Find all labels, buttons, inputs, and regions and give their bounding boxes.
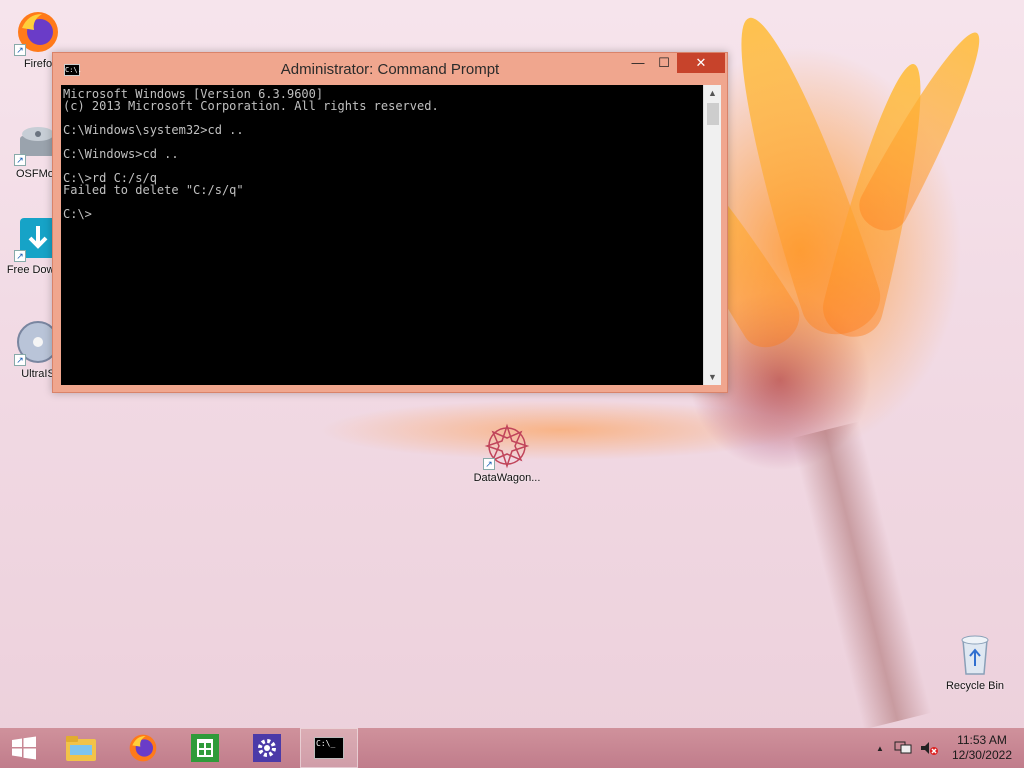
- console-line: Failed to delete "C:/s/q": [63, 183, 244, 197]
- scroll-thumb[interactable]: [707, 103, 719, 125]
- firefox-icon: ↗: [14, 8, 62, 56]
- wallpaper-petal: [851, 21, 999, 239]
- taskbar-firefox[interactable]: [114, 728, 172, 768]
- windows-logo-icon: [12, 736, 36, 760]
- console-line: C:\Windows>cd ..: [63, 147, 179, 161]
- close-button[interactable]: ✕: [677, 53, 725, 73]
- console-line: C:\Windows\system32>cd ..: [63, 123, 244, 137]
- system-tray: ▲: [876, 728, 938, 768]
- command-prompt-window[interactable]: C:\. Administrator: Command Prompt — ☐ ✕…: [52, 52, 728, 393]
- console-output[interactable]: Microsoft Windows [Version 6.3.9600] (c) …: [61, 85, 713, 385]
- clock-time: 11:53 AM: [957, 733, 1007, 747]
- volume-muted-icon[interactable]: [920, 740, 938, 756]
- firefox-icon: [129, 734, 157, 762]
- desktop-icon-label: Recycle Bin: [945, 680, 1005, 692]
- console-line: C:\>: [63, 207, 92, 221]
- shortcut-arrow-icon: ↗: [14, 250, 26, 262]
- settings-icon: [253, 734, 281, 762]
- desktop-icon-label: DataWagon...: [473, 472, 541, 484]
- shortcut-arrow-icon: ↗: [483, 458, 495, 470]
- network-icon[interactable]: [894, 740, 912, 756]
- clock-date: 12/30/2022: [951, 748, 1012, 762]
- scroll-down-icon[interactable]: ▼: [704, 369, 721, 385]
- window-titlebar[interactable]: C:\. Administrator: Command Prompt — ☐ ✕: [53, 53, 727, 85]
- show-hidden-icons-button[interactable]: ▲: [876, 744, 884, 753]
- desktop-icon-recycle-bin[interactable]: Recycle Bin: [937, 630, 1013, 692]
- start-button[interactable]: [0, 728, 48, 768]
- maximize-button[interactable]: ☐: [651, 53, 677, 73]
- clock[interactable]: 11:53 AM 12/30/2022: [952, 733, 1012, 763]
- shortcut-arrow-icon: ↗: [14, 354, 26, 366]
- store-icon: [191, 734, 219, 762]
- taskbar: C:\_ ▲ 11:53 AM 12/30/2022: [0, 728, 1024, 768]
- scroll-up-icon[interactable]: ▲: [704, 85, 721, 101]
- desktop-icon-datawagon[interactable]: ↗ DataWagon...: [468, 422, 546, 484]
- file-explorer-icon: [66, 736, 96, 761]
- shortcut-arrow-icon: ↗: [14, 44, 26, 56]
- recycle-bin-icon: [951, 630, 999, 678]
- shortcut-arrow-icon: ↗: [14, 154, 26, 166]
- taskbar-settings[interactable]: [238, 728, 296, 768]
- vertical-scrollbar[interactable]: ▲ ▼: [703, 85, 721, 385]
- wallpaper-stem: [791, 421, 932, 730]
- mandala-icon: ↗: [483, 422, 531, 470]
- taskbar-file-explorer[interactable]: [52, 728, 110, 768]
- console-line: (c) 2013 Microsoft Corporation. All righ…: [63, 99, 439, 113]
- taskbar-command-prompt[interactable]: C:\_: [300, 728, 358, 768]
- minimize-button[interactable]: —: [625, 53, 651, 73]
- command-prompt-icon: C:\_: [314, 737, 344, 759]
- taskbar-store[interactable]: [176, 728, 234, 768]
